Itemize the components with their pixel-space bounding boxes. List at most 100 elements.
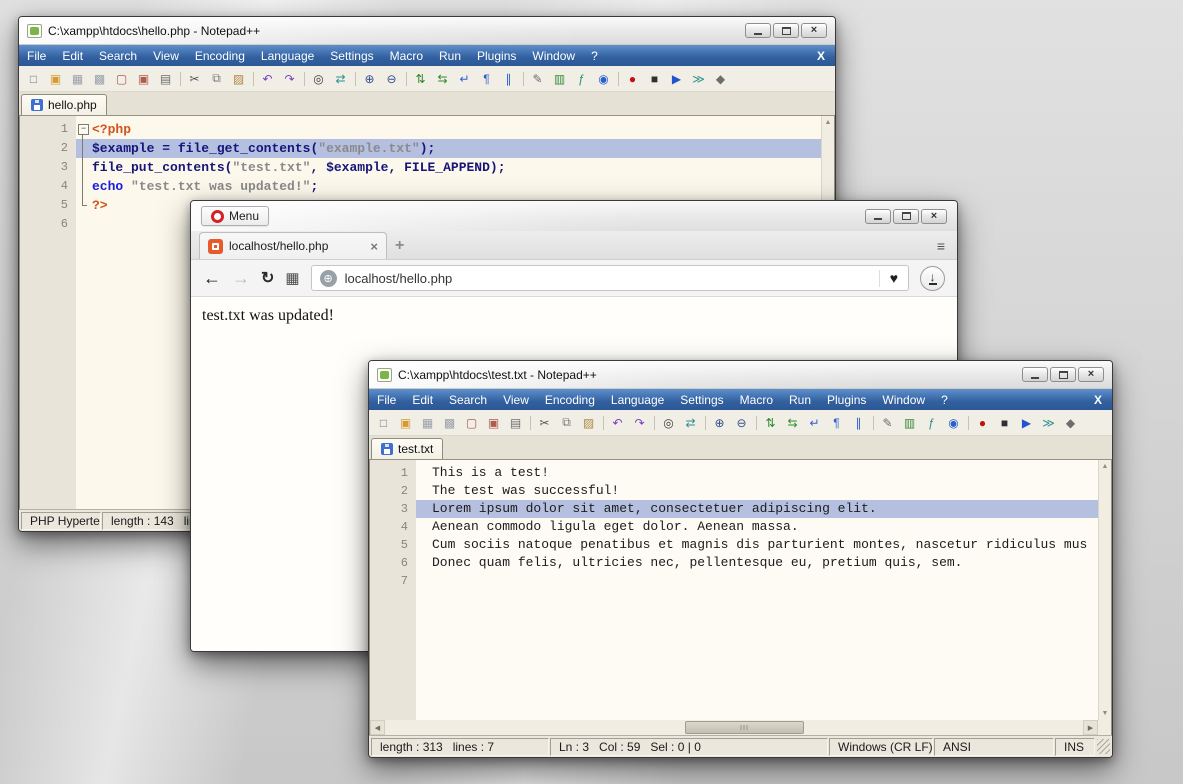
function-list-icon[interactable]: ƒ [571,70,592,88]
new-tab-button[interactable]: + [395,237,404,255]
menu-item-window[interactable]: Window [524,45,583,66]
back-icon[interactable]: ← [203,268,221,289]
menu-item-settings[interactable]: Settings [672,389,731,410]
redo-icon[interactable]: ↷ [279,70,300,88]
close-all-icon[interactable]: ▣ [483,414,504,432]
fold-marker-icon[interactable] [76,120,90,139]
paste-icon[interactable]: ▨ [228,70,249,88]
file-monitoring-icon[interactable]: ◉ [943,414,964,432]
zoom-out-icon[interactable]: ⊖ [381,70,402,88]
indent-guide-icon[interactable]: ∥ [498,70,519,88]
word-wrap-icon[interactable]: ↵ [804,414,825,432]
menu-item-language[interactable]: Language [253,45,322,66]
new-file-icon[interactable]: □ [23,70,44,88]
save-icon[interactable]: ▦ [417,414,438,432]
run-macro-multiple-icon[interactable]: ≫ [688,70,709,88]
stop-macro-icon[interactable]: ■ [994,414,1015,432]
sync-horizontal-icon[interactable]: ⇆ [782,414,803,432]
menu-item-settings[interactable]: Settings [322,45,381,66]
menu-item-plugins[interactable]: Plugins [819,389,874,410]
bookmark-heart-icon[interactable]: ♥ [888,270,900,286]
menu-item-edit[interactable]: Edit [54,45,91,66]
titlebar[interactable]: C:\xampp\htdocs\hello.php - Notepad++ × [19,17,835,45]
editor-line[interactable]: 2$example = file_get_contents("example.t… [20,139,821,158]
maximize-button[interactable] [1050,367,1076,382]
scroll-down-icon[interactable]: ▼ [1102,710,1109,717]
menu-item-file[interactable]: File [19,45,54,66]
menu-item-file[interactable]: File [369,389,404,410]
scroll-right-icon[interactable]: ▶ [1083,720,1098,735]
show-all-characters-icon[interactable]: ¶ [476,70,497,88]
zoom-in-icon[interactable]: ⊕ [359,70,380,88]
print-icon[interactable]: ▤ [505,414,526,432]
scrollbar-thumb[interactable] [685,721,804,734]
redo-icon[interactable]: ↷ [629,414,650,432]
file-monitoring-icon[interactable]: ◉ [593,70,614,88]
new-file-icon[interactable]: □ [373,414,394,432]
close-all-icon[interactable]: ▣ [133,70,154,88]
editor-line[interactable]: 4echo "test.txt was updated!"; [20,177,821,196]
resize-grip[interactable] [1097,739,1110,754]
titlebar[interactable]: C:\xampp\htdocs\test.txt - Notepad++ × [369,361,1112,389]
cut-icon[interactable]: ✂ [184,70,205,88]
open-folder-icon[interactable]: ▣ [45,70,66,88]
menu-item-run[interactable]: Run [431,45,469,66]
menu-item-run[interactable]: Run [781,389,819,410]
maximize-button[interactable] [773,23,799,38]
menu-item-encoding[interactable]: Encoding [537,389,603,410]
vertical-scrollbar[interactable]: ▲ ▼ [1098,460,1111,720]
editor-line[interactable]: 6Donec quam felis, ultricies nec, pellen… [370,554,1098,572]
tab-test-txt[interactable]: test.txt [371,438,443,459]
show-all-characters-icon[interactable]: ¶ [826,414,847,432]
titlebar[interactable]: Menu × [191,201,957,231]
menu-item-search[interactable]: Search [91,45,145,66]
close-button[interactable]: × [1078,367,1104,382]
menu-item-help[interactable]: ? [583,45,606,66]
editor-line[interactable]: 7 [370,572,1098,590]
close-document-icon[interactable]: ▢ [111,70,132,88]
menu-item-window[interactable]: Window [874,389,933,410]
minimize-button[interactable] [745,23,771,38]
menu-item-plugins[interactable]: Plugins [469,45,524,66]
scrollbar-track[interactable] [385,720,1083,735]
save-all-icon[interactable]: ▩ [89,70,110,88]
forward-icon[interactable]: → [232,268,250,289]
sync-horizontal-icon[interactable]: ⇆ [432,70,453,88]
save-macro-icon[interactable]: ◆ [710,70,731,88]
editor-line[interactable]: 4Aenean commodo ligula eget dolor. Aenea… [370,518,1098,536]
scroll-left-icon[interactable]: ◀ [370,720,385,735]
maximize-button[interactable] [893,209,919,224]
reload-icon[interactable]: ↻ [261,268,274,288]
sync-vertical-icon[interactable]: ⇅ [410,70,431,88]
browser-tab[interactable]: localhost/hello.php × [199,232,387,259]
close-button[interactable]: × [801,23,827,38]
url-text[interactable]: localhost/hello.php [345,271,871,286]
open-folder-icon[interactable]: ▣ [395,414,416,432]
print-icon[interactable]: ▤ [155,70,176,88]
user-defined-language-icon[interactable]: ✎ [527,70,548,88]
editor-line[interactable]: 3file_put_contents("test.txt", $example,… [20,158,821,177]
menu-item-macro[interactable]: Macro [382,45,431,66]
menu-item-view[interactable]: View [495,389,537,410]
sync-vertical-icon[interactable]: ⇅ [760,414,781,432]
speed-dial-icon[interactable]: ▦ [285,269,299,287]
copy-icon[interactable]: ⧉ [556,414,577,432]
menu-item-macro[interactable]: Macro [732,389,781,410]
menu-item-edit[interactable]: Edit [404,389,441,410]
find-icon[interactable]: ◎ [308,70,329,88]
indent-guide-icon[interactable]: ∥ [848,414,869,432]
replace-icon[interactable]: ⇄ [330,70,351,88]
stop-macro-icon[interactable]: ■ [644,70,665,88]
site-badge-icon[interactable]: ⊕ [320,270,337,287]
find-icon[interactable]: ◎ [658,414,679,432]
zoom-out-icon[interactable]: ⊖ [731,414,752,432]
scroll-up-icon[interactable]: ▲ [825,119,832,126]
save-all-icon[interactable]: ▩ [439,414,460,432]
editor-line[interactable]: 1<?php [20,120,821,139]
document-map-icon[interactable]: ▥ [549,70,570,88]
download-button[interactable]: ↓ [920,266,945,291]
menu-item-language[interactable]: Language [603,389,672,410]
record-macro-icon[interactable]: ● [622,70,643,88]
cut-icon[interactable]: ✂ [534,414,555,432]
play-macro-icon[interactable]: ▶ [1016,414,1037,432]
